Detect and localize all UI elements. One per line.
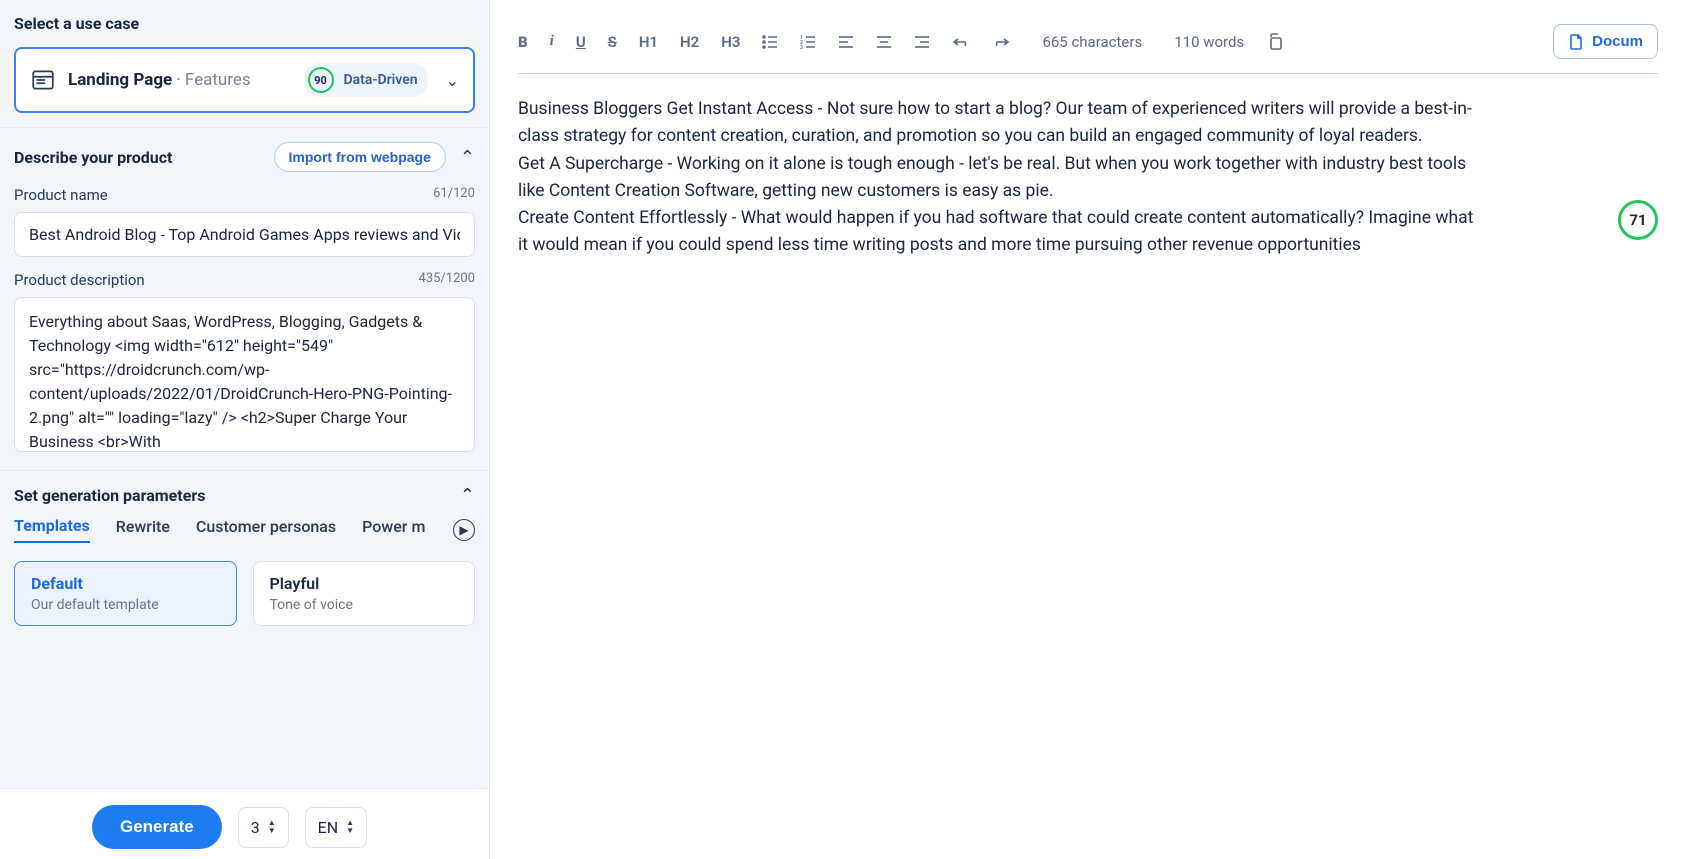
landing-page-icon bbox=[30, 67, 56, 93]
quantity-stepper[interactable]: 3 ▲▼ bbox=[238, 807, 289, 848]
score-badge: 90 bbox=[308, 67, 334, 93]
char-count: 665 characters bbox=[1042, 33, 1142, 51]
sidebar: Select a use case Landing Page · Feature… bbox=[0, 0, 490, 859]
document-button[interactable]: Docum bbox=[1553, 24, 1658, 59]
h2-button[interactable]: H2 bbox=[680, 33, 699, 51]
chevron-up-icon[interactable]: ⌃ bbox=[460, 485, 475, 506]
editor-pane: B i U S H1 H2 H3 123 665 characters 110 … bbox=[490, 0, 1686, 859]
tab-rewrite[interactable]: Rewrite bbox=[116, 517, 170, 542]
tab-power-mode[interactable]: Power m bbox=[362, 517, 425, 542]
app-root: Select a use case Landing Page · Feature… bbox=[0, 0, 1686, 859]
product-desc-counter: 435/1200 bbox=[418, 271, 475, 289]
undo-icon[interactable] bbox=[952, 36, 970, 48]
product-name-input[interactable] bbox=[14, 212, 475, 257]
tab-templates[interactable]: Templates bbox=[14, 516, 90, 543]
product-name-label: Product name 61/120 bbox=[14, 186, 475, 204]
stepper-icon: ▲▼ bbox=[268, 819, 276, 835]
tabs-scroll-right-icon[interactable]: ▶ bbox=[453, 519, 475, 541]
describe-heading: Describe your product bbox=[14, 148, 172, 167]
redo-icon[interactable] bbox=[992, 36, 1010, 48]
editor-content[interactable]: Business Bloggers Get Instant Access - N… bbox=[518, 96, 1478, 260]
use-case-selector[interactable]: Landing Page · Features 90 Data-Driven ⌄ bbox=[14, 47, 475, 113]
content-score-badge[interactable]: 71 bbox=[1618, 200, 1658, 240]
tab-customer-personas[interactable]: Customer personas bbox=[196, 517, 336, 542]
use-case-score-pill: 90 Data-Driven bbox=[304, 63, 428, 97]
copy-icon[interactable] bbox=[1266, 33, 1284, 51]
bold-button[interactable]: B bbox=[518, 33, 528, 51]
editor-toolbar: B i U S H1 H2 H3 123 665 characters 110 … bbox=[518, 20, 1658, 73]
chevron-up-icon[interactable]: ⌃ bbox=[460, 147, 475, 168]
language-select[interactable]: EN ▲▼ bbox=[305, 807, 367, 848]
generate-button[interactable]: Generate bbox=[92, 805, 222, 849]
use-case-label: Landing Page bbox=[68, 70, 172, 90]
product-desc-label: Product description 435/1200 bbox=[14, 271, 475, 289]
align-right-icon[interactable] bbox=[914, 34, 930, 50]
use-case-sub: · Features bbox=[176, 70, 250, 90]
template-sub: Tone of voice bbox=[270, 597, 459, 613]
template-card-default[interactable]: Default Our default template bbox=[14, 561, 237, 626]
italic-button[interactable]: i bbox=[550, 33, 554, 50]
template-card-playful[interactable]: Playful Tone of voice bbox=[253, 561, 476, 626]
product-name-counter: 61/120 bbox=[433, 186, 475, 204]
parameter-tabs: Templates Rewrite Customer personas Powe… bbox=[14, 516, 475, 543]
numbered-list-icon[interactable]: 123 bbox=[800, 34, 816, 50]
strike-button[interactable]: S bbox=[608, 33, 617, 51]
use-case-heading: Select a use case bbox=[14, 14, 475, 33]
template-card-list: Default Our default template Playful Ton… bbox=[14, 561, 475, 626]
h1-button[interactable]: H1 bbox=[639, 33, 658, 51]
toolbar-divider bbox=[518, 73, 1658, 74]
svg-text:3: 3 bbox=[800, 45, 803, 50]
section-use-case: Select a use case Landing Page · Feature… bbox=[0, 0, 489, 128]
align-center-icon[interactable] bbox=[876, 34, 892, 50]
stepper-icon: ▲▼ bbox=[346, 819, 354, 835]
underline-button[interactable]: U bbox=[576, 33, 586, 51]
use-case-tag: Data-Driven bbox=[344, 72, 418, 88]
section-describe: Describe your product Import from webpag… bbox=[0, 128, 489, 471]
content-score-float: 71 bbox=[1618, 200, 1658, 240]
section-parameters: Set generation parameters ⌃ Templates Re… bbox=[0, 471, 489, 640]
template-title: Playful bbox=[270, 574, 459, 593]
parameters-heading: Set generation parameters bbox=[14, 486, 205, 505]
word-count: 110 words bbox=[1174, 33, 1244, 51]
bullet-list-icon[interactable] bbox=[762, 34, 778, 50]
sidebar-footer: Generate 3 ▲▼ EN ▲▼ bbox=[0, 788, 489, 859]
align-left-icon[interactable] bbox=[838, 34, 854, 50]
document-icon bbox=[1568, 34, 1584, 50]
template-title: Default bbox=[31, 574, 220, 593]
import-webpage-button[interactable]: Import from webpage bbox=[274, 142, 446, 172]
h3-button[interactable]: H3 bbox=[721, 33, 740, 51]
chevron-down-icon[interactable]: ⌄ bbox=[446, 71, 459, 90]
product-desc-textarea[interactable] bbox=[14, 297, 475, 452]
template-sub: Our default template bbox=[31, 597, 220, 613]
